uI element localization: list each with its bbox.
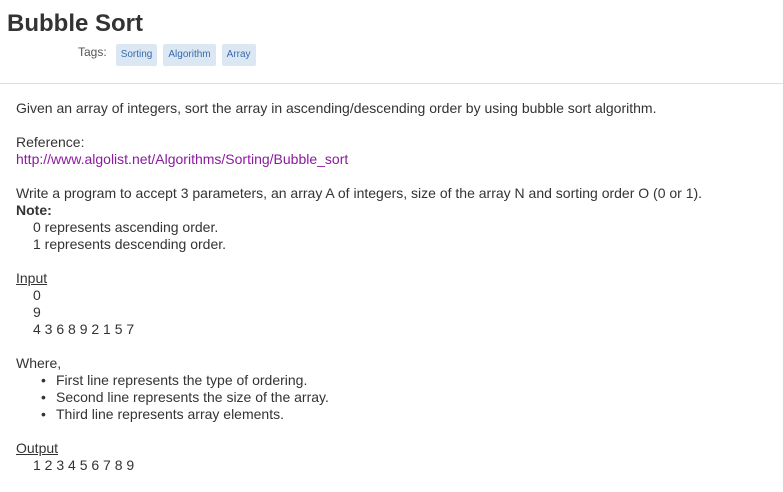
input-line-order: 0 — [33, 287, 41, 303]
where-label: Where, — [16, 355, 62, 371]
tags-label: Tags: — [78, 45, 107, 59]
list-item: Second line represents the size of the a… — [41, 389, 773, 406]
page-title: Bubble Sort — [7, 10, 143, 37]
where-list: First line represents the type of orderi… — [16, 372, 773, 423]
list-item: Third line represents array elements. — [41, 406, 773, 423]
problem-intro: Given an array of integers, sort the arr… — [16, 100, 657, 116]
problem-description: Given an array of integers, sort the arr… — [16, 100, 773, 474]
tags-row: Tags: Sorting Algorithm Array — [78, 44, 262, 66]
output-line: 1 2 3 4 5 6 7 8 9 — [33, 457, 135, 473]
list-item: First line represents the type of orderi… — [41, 372, 773, 389]
tag-array[interactable]: Array — [221, 44, 256, 66]
reference-label: Reference: — [16, 134, 85, 150]
task-statement: Write a program to accept 3 parameters, … — [16, 185, 703, 201]
tag-algorithm[interactable]: Algorithm — [163, 44, 216, 66]
problem-header: Bubble Sort Tags: Sorting Algorithm Arra… — [0, 0, 783, 84]
note-label: Note: — [16, 202, 52, 218]
output-heading: Output — [16, 440, 59, 456]
input-line-elements: 4 3 6 8 9 2 1 5 7 — [33, 321, 135, 337]
note-descending: 1 represents descending order. — [33, 236, 227, 252]
tag-sorting[interactable]: Sorting — [115, 44, 158, 66]
reference-link[interactable]: http://www.algolist.net/Algorithms/Sorti… — [16, 151, 348, 167]
note-ascending: 0 represents ascending order. — [33, 219, 219, 235]
input-line-size: 9 — [33, 304, 41, 320]
input-heading: Input — [16, 270, 48, 286]
